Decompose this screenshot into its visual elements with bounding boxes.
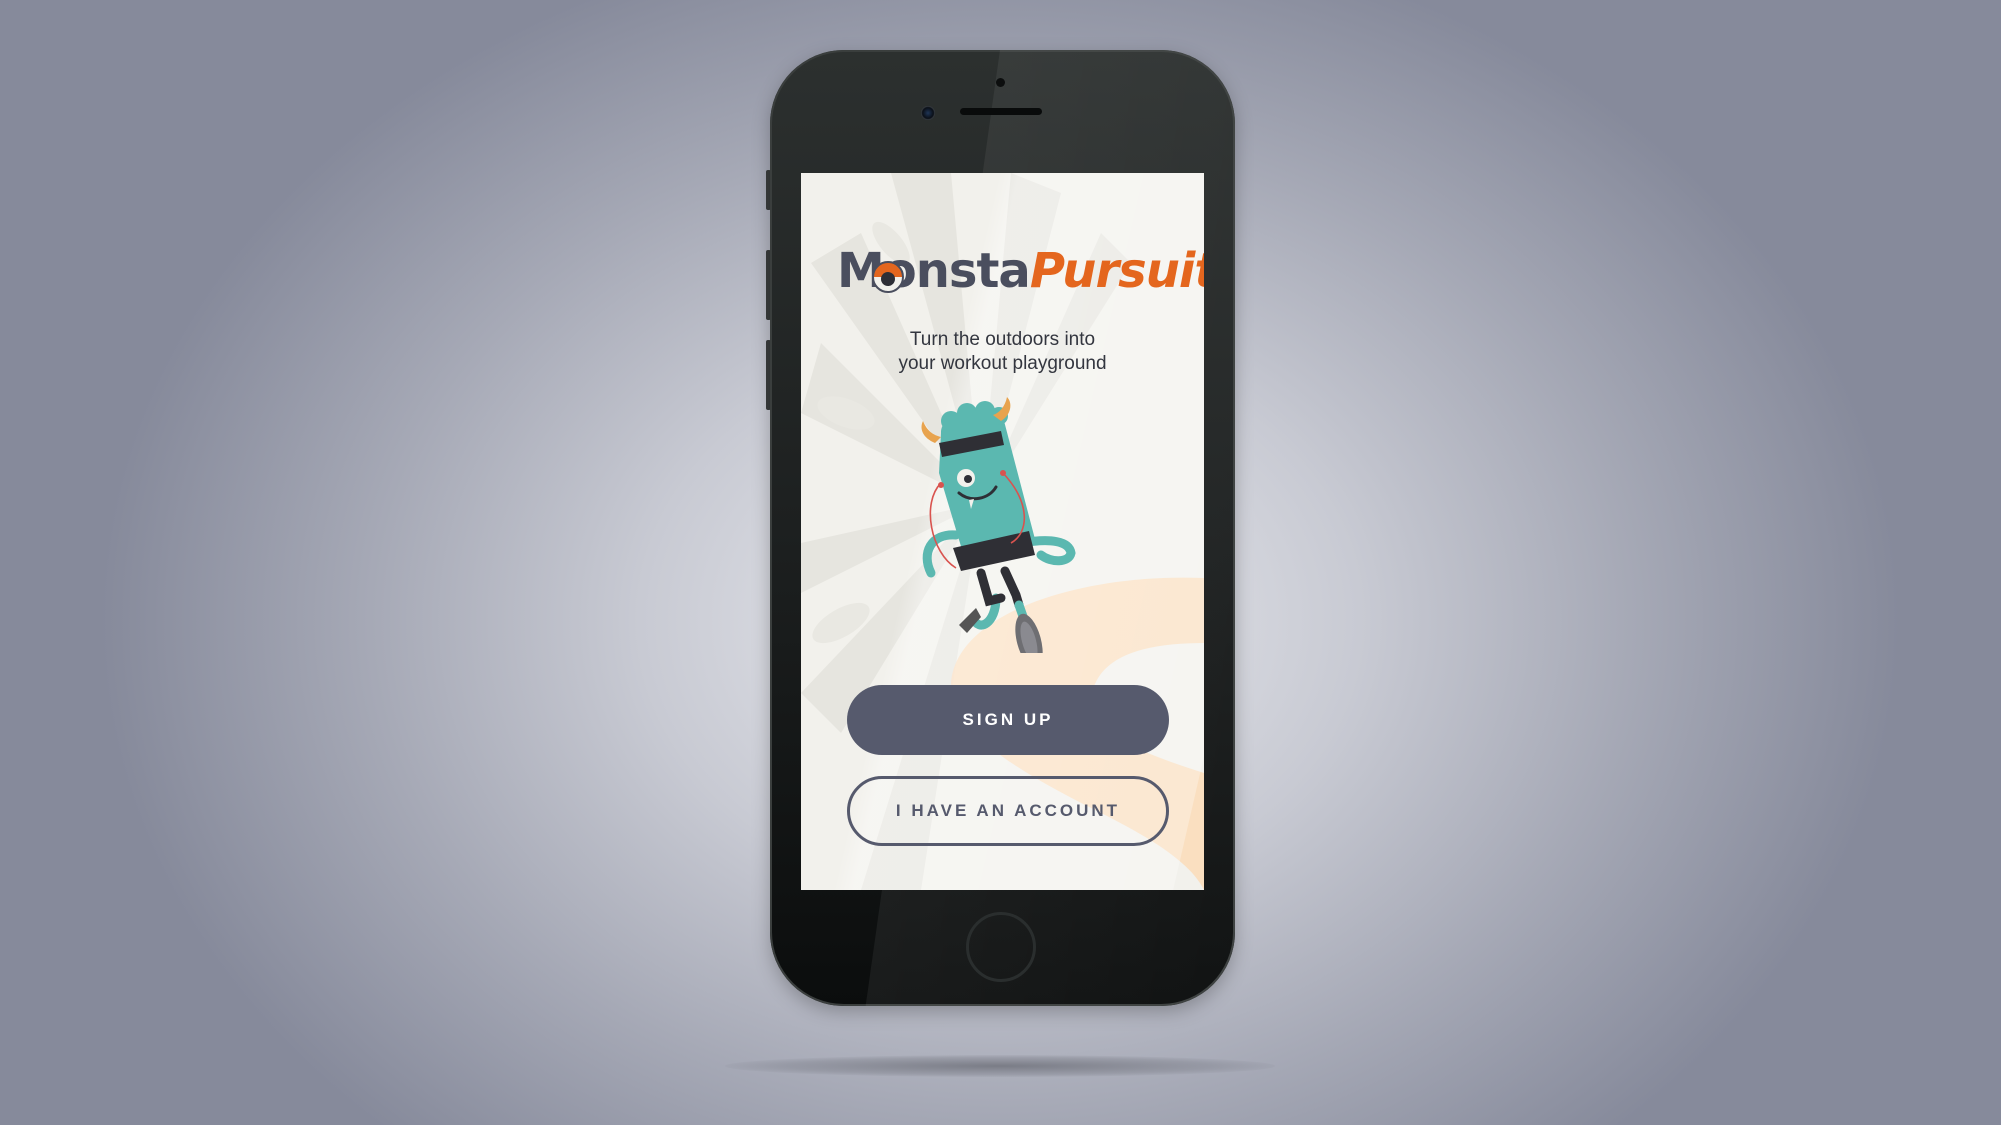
logo-text-monsta: Monsta — [837, 243, 1031, 299]
front-camera-icon — [921, 106, 935, 120]
app-logo: MonstaPursuit — [837, 241, 1204, 301]
logo-text-pursuit: Pursuit — [1029, 243, 1204, 299]
phone-device: MonstaPursuit Turn the outdoors into you… — [770, 50, 1235, 1006]
phone-shadow — [725, 1055, 1275, 1077]
app-tagline: Turn the outdoors into your workout play… — [821, 328, 1184, 376]
running-monster-illustration — [921, 397, 1076, 653]
app-screen: MonstaPursuit Turn the outdoors into you… — [801, 173, 1204, 890]
tagline-line-2: your workout playground — [898, 353, 1107, 374]
sign-up-button[interactable]: SIGN UP — [847, 685, 1169, 755]
tagline-line-1: Turn the outdoors into — [909, 329, 1096, 350]
have-account-button[interactable]: I HAVE AN ACCOUNT — [847, 776, 1169, 846]
eye-icon — [872, 261, 904, 293]
proximity-sensor — [996, 78, 1005, 87]
home-button[interactable] — [966, 912, 1036, 982]
earpiece-speaker — [960, 108, 1042, 115]
